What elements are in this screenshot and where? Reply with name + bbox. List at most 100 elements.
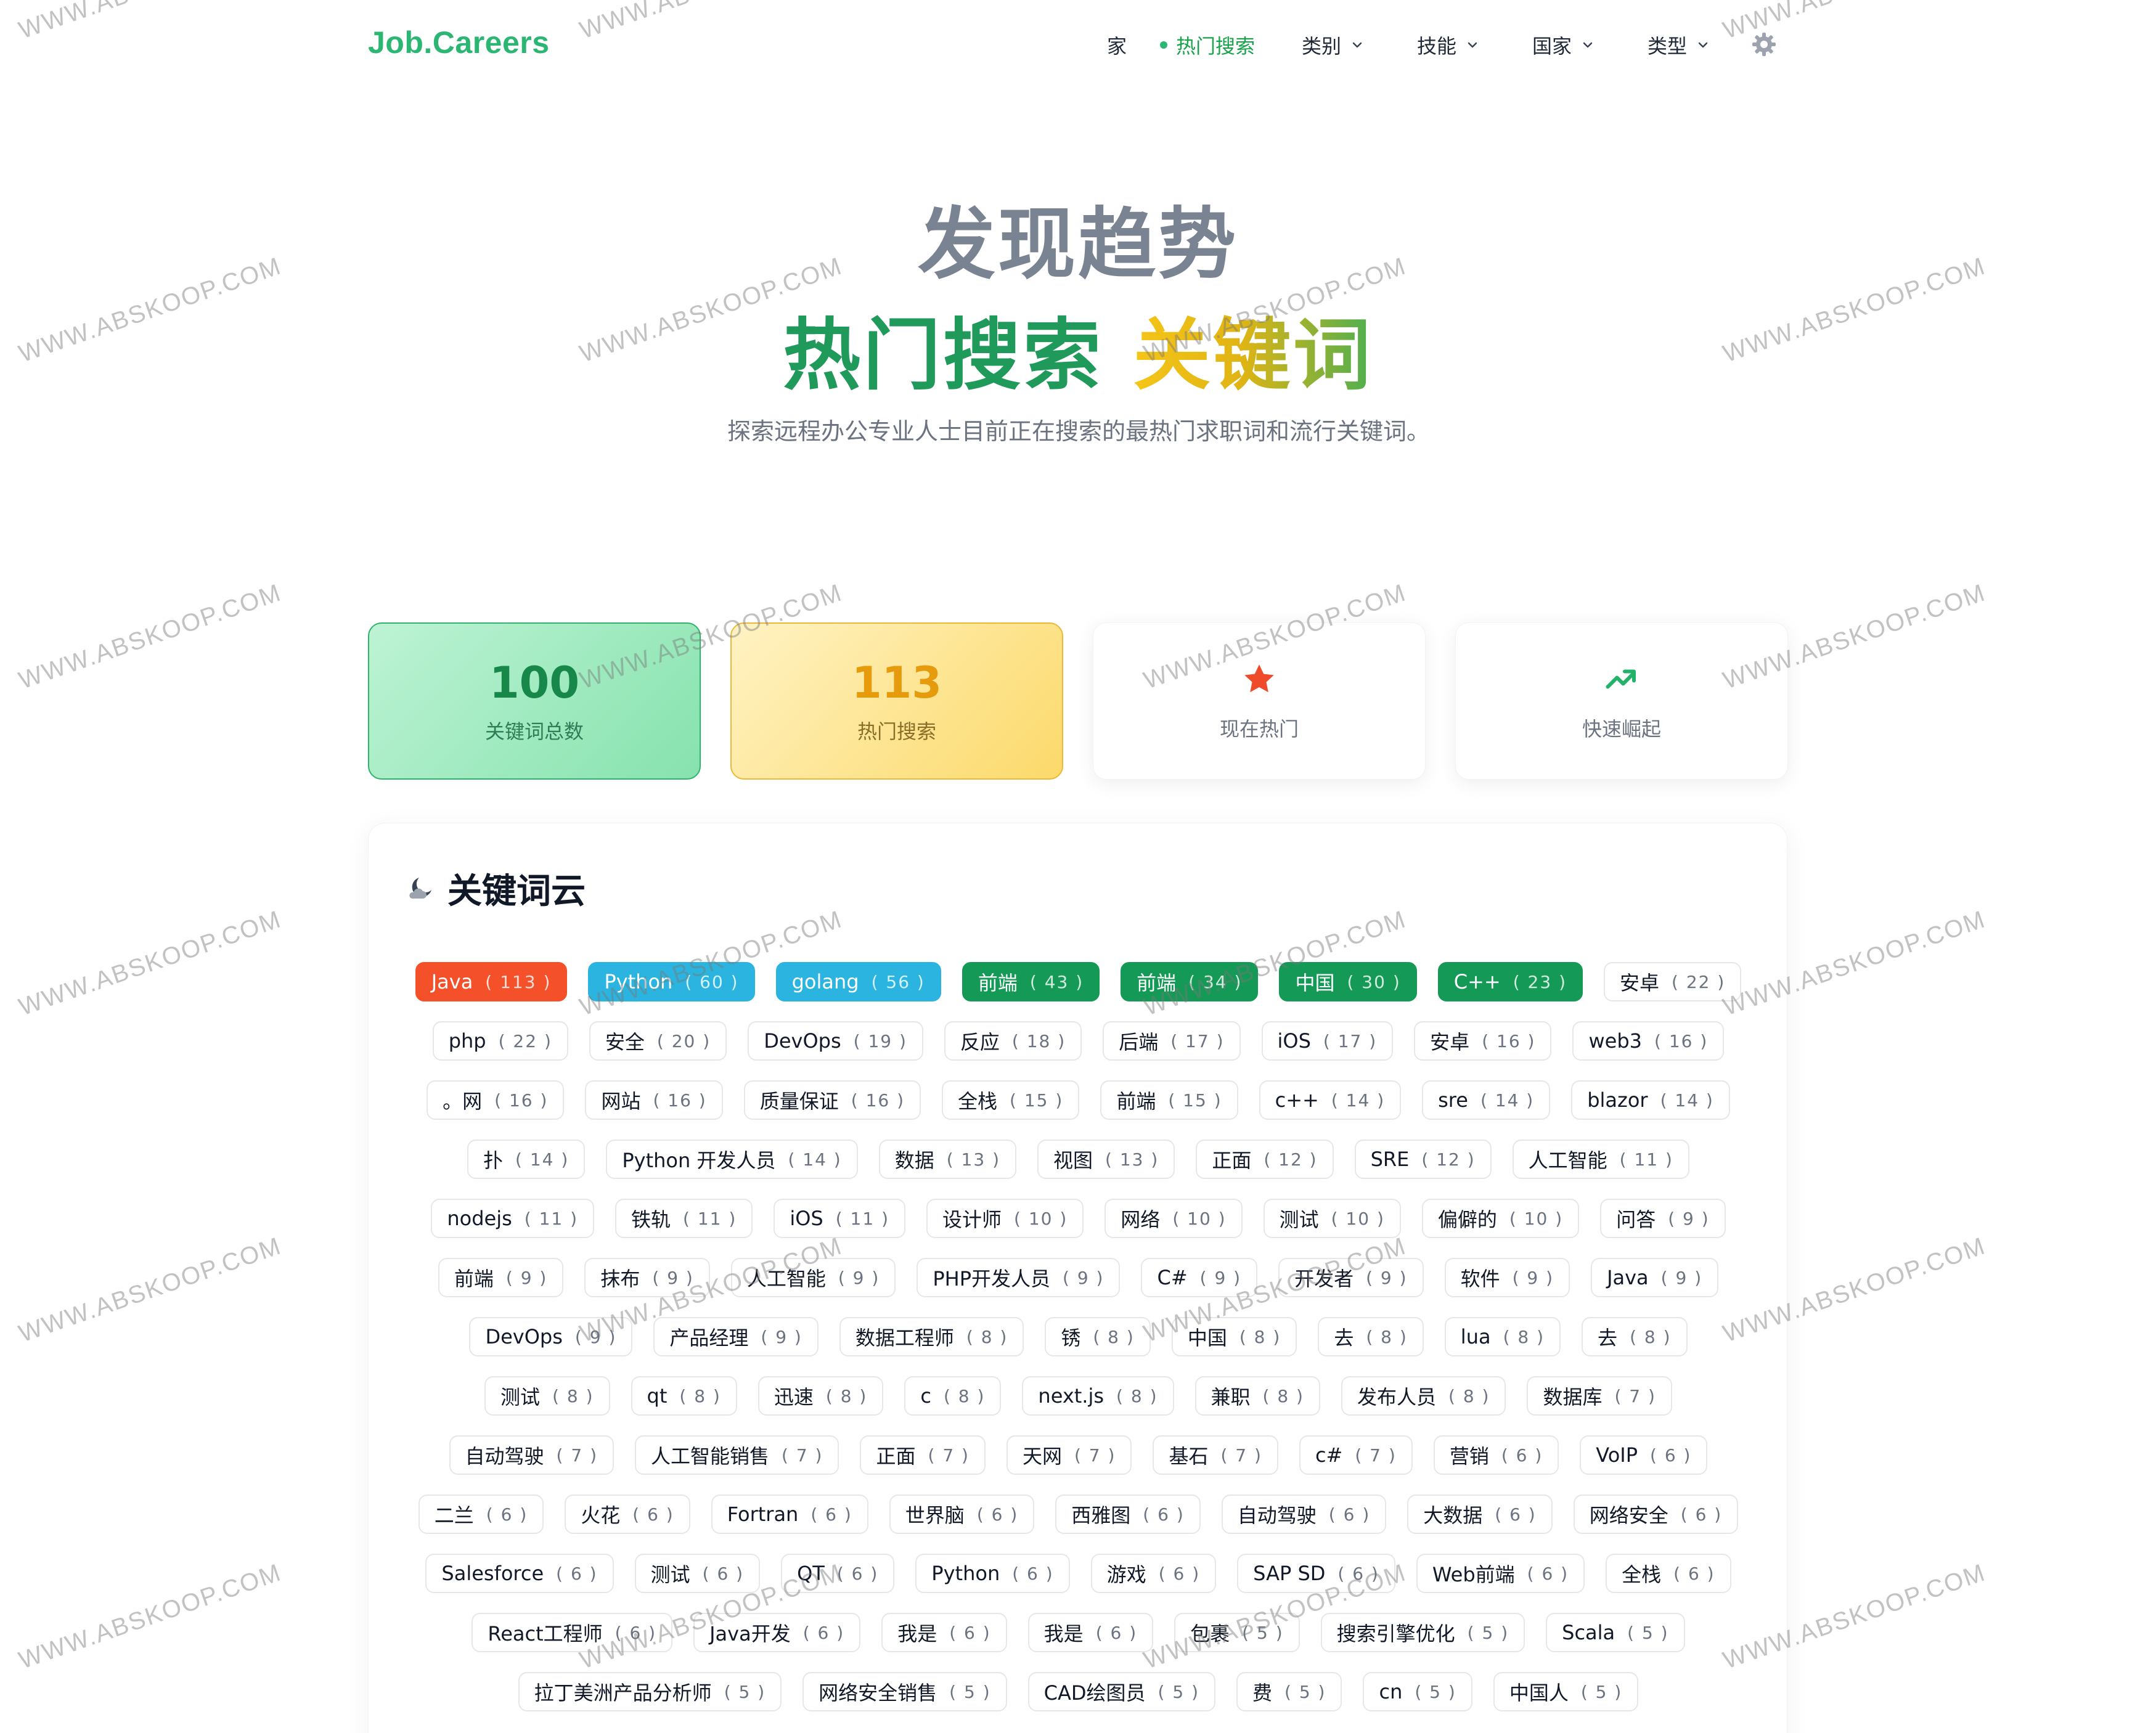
keyword-tag[interactable]: 前端 ( 15 ) — [1100, 1080, 1238, 1120]
keyword-tag[interactable]: 自动驾驶 ( 7 ) — [449, 1435, 614, 1475]
keyword-tag[interactable]: 搜索引擎优化 ( 5 ) — [1320, 1613, 1525, 1652]
keyword-tag[interactable]: DevOps ( 9 ) — [469, 1317, 633, 1356]
keyword-tag[interactable]: 测试 ( 8 ) — [484, 1376, 610, 1416]
keyword-tag[interactable]: 兼职 ( 8 ) — [1194, 1376, 1320, 1416]
keyword-tag[interactable]: 网络安全销售 ( 5 ) — [802, 1672, 1007, 1711]
keyword-tag[interactable]: qt ( 8 ) — [631, 1376, 737, 1416]
keyword-tag[interactable]: 扑 ( 14 ) — [467, 1140, 586, 1179]
keyword-tag[interactable]: 费 ( 5 ) — [1236, 1672, 1342, 1711]
keyword-tag[interactable]: 营销 ( 6 ) — [1433, 1435, 1559, 1475]
keyword-tag[interactable]: 包裹 ( 5 ) — [1174, 1613, 1300, 1652]
keyword-tag[interactable]: 数据工程师 ( 8 ) — [839, 1317, 1024, 1356]
keyword-tag[interactable]: iOS ( 11 ) — [774, 1199, 905, 1238]
keyword-tag[interactable]: 开发者 ( 9 ) — [1278, 1258, 1424, 1297]
keyword-tag[interactable]: 抹布 ( 9 ) — [584, 1258, 710, 1297]
keyword-tag[interactable]: 设计师 ( 10 ) — [926, 1199, 1084, 1238]
keyword-tag[interactable]: 正面 ( 7 ) — [860, 1435, 986, 1475]
nav-skills[interactable]: 技能 — [1417, 31, 1480, 59]
keyword-tag[interactable]: VoIP ( 6 ) — [1580, 1435, 1708, 1475]
keyword-tag[interactable]: 大数据 ( 6 ) — [1407, 1494, 1553, 1534]
keyword-tag[interactable]: 问答 ( 9 ) — [1600, 1199, 1726, 1238]
keyword-tag[interactable]: 前端 ( 9 ) — [438, 1258, 564, 1297]
keyword-tag[interactable]: 测试 ( 10 ) — [1263, 1199, 1401, 1238]
keyword-tag[interactable]: 迅速 ( 8 ) — [757, 1376, 884, 1416]
keyword-tag[interactable]: web3 ( 16 ) — [1572, 1021, 1725, 1061]
keyword-tag[interactable]: sre ( 14 ) — [1422, 1080, 1551, 1120]
keyword-tag[interactable]: blazor ( 14 ) — [1571, 1080, 1730, 1120]
keyword-tag[interactable]: 安卓 ( 16 ) — [1414, 1021, 1552, 1061]
keyword-tag[interactable]: 中国人 ( 5 ) — [1493, 1672, 1639, 1711]
keyword-tag[interactable]: next.js ( 8 ) — [1022, 1376, 1174, 1416]
keyword-tag[interactable]: 锈 ( 8 ) — [1045, 1317, 1151, 1356]
keyword-tag[interactable]: CAD绘图员 ( 5 ) — [1027, 1672, 1215, 1711]
keyword-tag[interactable]: c# ( 7 ) — [1299, 1435, 1413, 1475]
keyword-tag[interactable]: DevOps ( 19 ) — [748, 1021, 923, 1061]
keyword-tag[interactable]: 前端 ( 43 ) — [962, 962, 1100, 1001]
keyword-tag[interactable]: 拉丁美洲产品分析师 ( 5 ) — [518, 1672, 782, 1711]
keyword-tag[interactable]: 安卓 ( 22 ) — [1604, 962, 1742, 1001]
keyword-tag[interactable]: PHP开发人员 ( 9 ) — [917, 1258, 1121, 1297]
keyword-tag[interactable]: 去 ( 8 ) — [1318, 1317, 1424, 1356]
nav-types[interactable]: 类型 — [1648, 31, 1710, 59]
keyword-tag[interactable]: React工程师 ( 6 ) — [472, 1613, 673, 1652]
keyword-tag[interactable]: php ( 22 ) — [432, 1021, 568, 1061]
keyword-tag[interactable]: 全栈 ( 15 ) — [942, 1080, 1080, 1120]
keyword-tag[interactable]: 火花 ( 6 ) — [565, 1494, 690, 1534]
keyword-tag[interactable]: lua ( 8 ) — [1444, 1317, 1561, 1356]
nav-countries[interactable]: 国家 — [1532, 31, 1595, 59]
keyword-tag[interactable]: 去 ( 8 ) — [1582, 1317, 1688, 1356]
keyword-tag[interactable]: Fortran ( 6 ) — [711, 1494, 868, 1534]
keyword-tag[interactable]: SRE ( 12 ) — [1354, 1140, 1492, 1179]
keyword-tag[interactable]: 我是 ( 6 ) — [881, 1613, 1007, 1652]
keyword-tag[interactable]: 人工智能销售 ( 7 ) — [635, 1435, 839, 1475]
keyword-tag[interactable]: 数据 ( 13 ) — [878, 1140, 1017, 1179]
keyword-tag[interactable]: Python 开发人员 ( 14 ) — [606, 1140, 858, 1179]
keyword-tag[interactable]: 网络 ( 10 ) — [1105, 1199, 1243, 1238]
keyword-tag[interactable]: 产品经理 ( 9 ) — [653, 1317, 819, 1356]
keyword-tag[interactable]: 人工智能 ( 11 ) — [1512, 1140, 1689, 1179]
keyword-tag[interactable]: 正面 ( 12 ) — [1196, 1140, 1334, 1179]
keyword-tag[interactable]: 铁轨 ( 11 ) — [615, 1199, 753, 1238]
keyword-tag[interactable]: 游戏 ( 6 ) — [1090, 1554, 1217, 1593]
keyword-tag[interactable]: 西雅图 ( 6 ) — [1055, 1494, 1201, 1534]
keyword-tag[interactable]: 质量保证 ( 16 ) — [743, 1080, 921, 1120]
keyword-tag[interactable]: 我是 ( 6 ) — [1027, 1613, 1154, 1652]
keyword-tag[interactable]: nodejs ( 11 ) — [431, 1199, 595, 1238]
keyword-tag[interactable]: 安全 ( 20 ) — [589, 1021, 727, 1061]
keyword-tag[interactable]: 软件 ( 9 ) — [1444, 1258, 1570, 1297]
keyword-tag[interactable]: c ( 8 ) — [904, 1376, 1002, 1416]
keyword-tag[interactable]: golang ( 56 ) — [775, 962, 941, 1001]
keyword-tag[interactable]: 人工智能 ( 9 ) — [730, 1258, 896, 1297]
keyword-tag[interactable]: 反应 ( 18 ) — [944, 1021, 1082, 1061]
keyword-tag[interactable]: 中国 ( 30 ) — [1279, 962, 1417, 1001]
keyword-tag[interactable]: c++ ( 14 ) — [1259, 1080, 1402, 1120]
keyword-tag[interactable]: iOS ( 17 ) — [1261, 1021, 1394, 1061]
nav-hot-searches[interactable]: 热门搜索 — [1160, 31, 1255, 59]
nav-categories[interactable]: 类别 — [1302, 31, 1365, 59]
keyword-tag[interactable]: 发布人员 ( 8 ) — [1341, 1376, 1506, 1416]
keyword-tag[interactable]: Java开发 ( 6 ) — [693, 1613, 861, 1652]
keyword-tag[interactable]: 网络安全 ( 6 ) — [1573, 1494, 1739, 1534]
keyword-tag[interactable]: 。网 ( 16 ) — [427, 1080, 565, 1120]
nav-home[interactable]: 家 — [1107, 31, 1127, 59]
keyword-tag[interactable]: Python ( 6 ) — [915, 1554, 1070, 1593]
keyword-tag[interactable]: 中国 ( 8 ) — [1171, 1317, 1297, 1356]
keyword-tag[interactable]: QT ( 6 ) — [781, 1554, 895, 1593]
keyword-tag[interactable]: C++ ( 23 ) — [1437, 962, 1583, 1001]
keyword-tag[interactable]: 网站 ( 16 ) — [585, 1080, 723, 1120]
keyword-tag[interactable]: 二兰 ( 6 ) — [418, 1494, 544, 1534]
keyword-tag[interactable]: 世界脑 ( 6 ) — [889, 1494, 1035, 1534]
keyword-tag[interactable]: C# ( 9 ) — [1141, 1258, 1258, 1297]
site-logo[interactable]: Job.Careers — [368, 25, 550, 60]
keyword-tag[interactable]: Java ( 9 ) — [1591, 1258, 1719, 1297]
keyword-tag[interactable]: 后端 ( 17 ) — [1103, 1021, 1241, 1061]
keyword-tag[interactable]: 全栈 ( 6 ) — [1606, 1554, 1731, 1593]
keyword-tag[interactable]: Java ( 113 ) — [415, 962, 568, 1001]
keyword-tag[interactable]: Scala ( 5 ) — [1546, 1613, 1685, 1652]
keyword-tag[interactable]: Web前端 ( 6 ) — [1416, 1554, 1585, 1593]
keyword-tag[interactable]: 天网 ( 7 ) — [1006, 1435, 1132, 1475]
gear-icon[interactable] — [1749, 30, 1779, 59]
keyword-tag[interactable]: 前端 ( 34 ) — [1121, 962, 1259, 1001]
keyword-tag[interactable]: 偏僻的 ( 10 ) — [1421, 1199, 1580, 1238]
keyword-tag[interactable]: Salesforce ( 6 ) — [425, 1554, 614, 1593]
